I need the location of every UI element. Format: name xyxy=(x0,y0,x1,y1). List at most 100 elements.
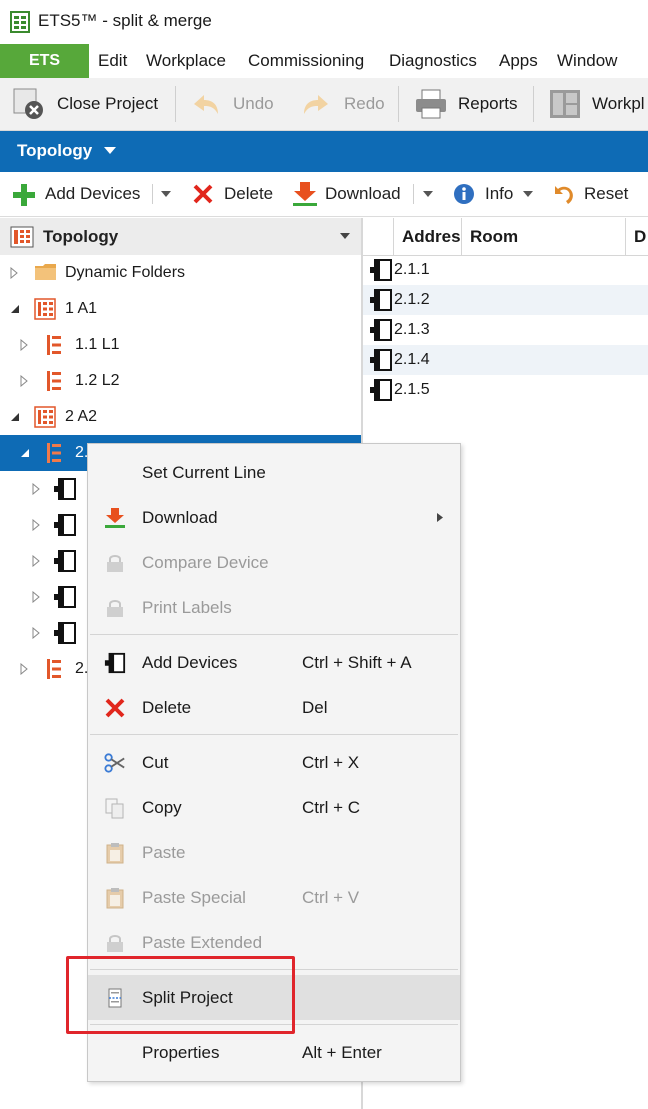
collapse-arrow-icon[interactable] xyxy=(20,448,30,458)
expand-arrow-icon[interactable] xyxy=(32,627,40,639)
device-icon xyxy=(54,550,76,572)
menu-item-print-labels[interactable]: Print Labels xyxy=(88,585,460,630)
redo-button[interactable]: Redo xyxy=(300,78,390,130)
menu-item-compare-device[interactable]: Compare Device xyxy=(88,540,460,585)
ets-menu-button[interactable]: ETS xyxy=(0,44,89,78)
highlight-annotation-box xyxy=(66,956,295,1034)
table-row[interactable]: 2.1.1 xyxy=(363,255,648,285)
menu-apps[interactable]: Apps xyxy=(499,44,538,78)
area-icon xyxy=(34,406,56,428)
info-icon xyxy=(454,184,474,204)
printer-icon xyxy=(416,89,446,119)
menu-item-copy[interactable]: Copy Ctrl + C xyxy=(88,785,460,830)
device-icon xyxy=(54,586,76,608)
menu-diagnostics[interactable]: Diagnostics xyxy=(389,44,477,78)
device-grid-header: Addres Room D xyxy=(363,218,648,256)
reset-button[interactable]: Reset xyxy=(551,172,641,216)
delete-button[interactable]: Delete xyxy=(192,172,282,216)
clipboard-icon xyxy=(106,888,124,909)
tree-item-area[interactable]: 1 A1 xyxy=(0,291,361,327)
clipboard-icon xyxy=(106,843,124,864)
device-icon xyxy=(370,289,392,311)
tree-item-area[interactable]: 2 A2 xyxy=(0,399,361,435)
menu-separator xyxy=(90,634,458,635)
reports-button[interactable]: Reports xyxy=(414,78,524,130)
line-icon xyxy=(47,335,61,355)
device-icon xyxy=(54,622,76,644)
submenu-arrow-icon xyxy=(437,513,443,522)
copy-icon xyxy=(105,798,124,819)
column-header-room[interactable]: Room xyxy=(461,218,625,255)
expand-arrow-icon[interactable] xyxy=(10,267,18,279)
ets-app-icon xyxy=(10,11,30,33)
menu-item-properties[interactable]: Properties Alt + Enter xyxy=(88,1030,460,1075)
menu-item-add-devices[interactable]: Add Devices Ctrl + Shift + A xyxy=(88,640,460,685)
close-project-button[interactable]: Close Project xyxy=(12,78,167,130)
menu-commissioning[interactable]: Commissioning xyxy=(248,44,364,78)
add-devices-button[interactable]: Add Devices xyxy=(12,172,152,216)
tree-item-line[interactable]: 1.1 L1 xyxy=(0,327,361,363)
expand-arrow-icon[interactable] xyxy=(32,591,40,603)
expand-arrow-icon[interactable] xyxy=(20,339,28,351)
menu-item-delete[interactable]: Delete Del xyxy=(88,685,460,730)
device-icon xyxy=(54,478,76,500)
menu-item-cut[interactable]: Cut Ctrl + X xyxy=(88,740,460,785)
expand-arrow-icon[interactable] xyxy=(32,555,40,567)
menu-item-paste[interactable]: Paste xyxy=(88,830,460,875)
table-row[interactable]: 2.1.3 xyxy=(363,315,648,345)
topology-tree-header: Topology xyxy=(0,218,361,256)
expand-arrow-icon[interactable] xyxy=(32,483,40,495)
expand-arrow-icon[interactable] xyxy=(20,375,28,387)
menu-item-set-current-line[interactable]: Set Current Line xyxy=(88,450,460,495)
topology-panel-bar[interactable]: Topology xyxy=(0,131,648,172)
menu-workplace[interactable]: Workplace xyxy=(146,44,226,78)
folder-icon xyxy=(35,264,56,280)
add-devices-dropdown-icon[interactable] xyxy=(161,191,171,198)
device-icon xyxy=(370,349,392,371)
tree-item-dynamic-folders[interactable]: Dynamic Folders xyxy=(0,255,361,291)
line-icon xyxy=(47,443,61,463)
column-header-description[interactable]: D xyxy=(625,218,648,255)
main-toolbar: Close Project Undo Redo Reports Workpl xyxy=(0,78,648,131)
workplace-icon xyxy=(550,90,580,118)
collapse-arrow-icon[interactable] xyxy=(10,412,20,422)
menu-window[interactable]: Window xyxy=(557,44,617,78)
table-row[interactable]: 2.1.4 xyxy=(363,345,648,375)
table-row[interactable]: 2.1.2 xyxy=(363,285,648,315)
download-icon xyxy=(293,182,317,206)
title-bar: ETS5™ - split & merge xyxy=(0,0,648,44)
menu-separator xyxy=(90,734,458,735)
menu-item-paste-special[interactable]: Paste Special Ctrl + V xyxy=(88,875,460,920)
workplace-button[interactable]: Workpl xyxy=(548,78,648,130)
download-button[interactable]: Download xyxy=(292,172,412,216)
lock-icon xyxy=(107,555,123,572)
collapse-arrow-icon[interactable] xyxy=(10,304,20,314)
chevron-down-icon xyxy=(104,147,116,154)
window-title: ETS5™ - split & merge xyxy=(38,11,212,30)
topology-action-toolbar: Add Devices Delete Download Info Reset xyxy=(0,172,648,217)
expand-arrow-icon[interactable] xyxy=(20,663,28,675)
tree-item-line[interactable]: 1.2 L2 xyxy=(0,363,361,399)
chevron-down-icon[interactable] xyxy=(340,233,350,240)
column-header-address[interactable]: Addres xyxy=(393,218,461,255)
lock-icon xyxy=(107,600,123,617)
lock-icon xyxy=(107,935,123,952)
plus-icon xyxy=(13,184,35,206)
info-button[interactable]: Info xyxy=(453,172,535,216)
reset-icon xyxy=(555,186,573,204)
device-icon xyxy=(370,319,392,341)
toolbar-separator xyxy=(398,86,399,122)
action-separator xyxy=(152,184,153,204)
menu-item-download[interactable]: Download xyxy=(88,495,460,540)
download-dropdown-icon[interactable] xyxy=(423,191,433,198)
topology-icon xyxy=(10,226,34,248)
undo-button[interactable]: Undo xyxy=(190,78,280,130)
toolbar-separator xyxy=(175,86,176,122)
undo-icon xyxy=(194,95,218,114)
delete-x-icon xyxy=(105,698,125,718)
menu-edit[interactable]: Edit xyxy=(98,44,127,78)
table-row[interactable]: 2.1.5 xyxy=(363,375,648,405)
redo-icon xyxy=(304,95,328,114)
delete-x-icon xyxy=(193,184,213,204)
expand-arrow-icon[interactable] xyxy=(32,519,40,531)
